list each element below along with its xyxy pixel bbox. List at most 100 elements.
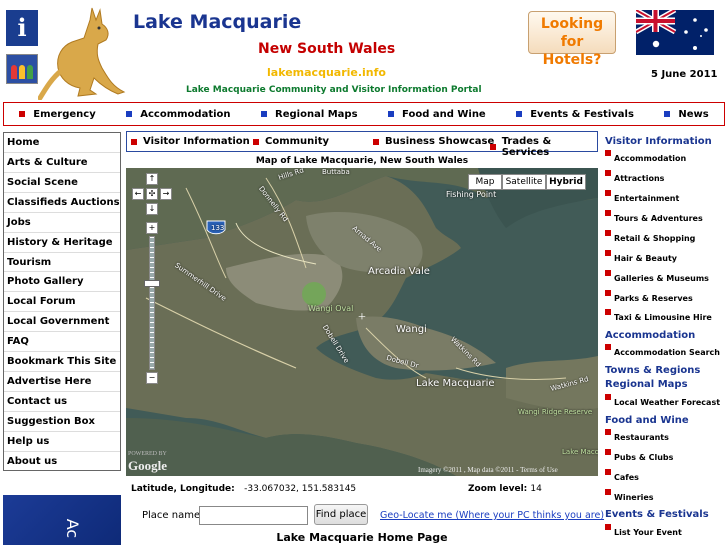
- right-heading-events[interactable]: Events & Festivals: [605, 509, 709, 520]
- left-advert-text: Ac: [63, 518, 83, 539]
- right-heading-accommodation[interactable]: Accommodation: [605, 330, 695, 341]
- top-nav-food-wine[interactable]: Food and Wine: [388, 109, 486, 120]
- pan-up-icon[interactable]: ↑: [146, 173, 158, 185]
- left-nav-help[interactable]: Help us: [4, 432, 120, 452]
- zoom-handle[interactable]: [144, 280, 160, 287]
- left-nav-local-forum[interactable]: Local Forum: [4, 292, 120, 313]
- left-nav-local-government[interactable]: Local Government: [4, 312, 120, 333]
- left-advert[interactable]: Ac: [3, 495, 121, 545]
- sub-nav-business[interactable]: Business Showcase: [373, 136, 494, 147]
- top-nav-news[interactable]: News: [664, 109, 709, 120]
- top-nav-label: Accommodation: [140, 108, 231, 120]
- google-logo[interactable]: Google: [128, 458, 167, 474]
- map-type-hybrid[interactable]: Hybrid: [546, 174, 586, 190]
- zoom-track[interactable]: [149, 236, 155, 370]
- left-nav-advertise[interactable]: Advertise Here: [4, 372, 120, 392]
- map-attribution[interactable]: Imagery ©2011 , Map data ©2011 - Terms o…: [418, 466, 558, 474]
- latlng-label: Latitude, Longitude:: [131, 484, 235, 494]
- right-item-label: Galleries & Museums: [614, 274, 709, 283]
- geo-locate-link[interactable]: Geo-Locate me (Where your PC thinks you …: [380, 510, 604, 521]
- bullet-icon: [373, 138, 379, 145]
- bullet-icon: [605, 150, 611, 156]
- right-heading-food-wine[interactable]: Food and Wine: [605, 415, 689, 426]
- sub-nav-community[interactable]: Community: [253, 136, 329, 147]
- left-nav-photo-gallery[interactable]: Photo Gallery: [4, 272, 120, 293]
- bullet-icon: [605, 309, 611, 315]
- map-view[interactable]: Map Satellite Hybrid ↑ ← ✣ → ↓ + − 133 H…: [126, 168, 598, 476]
- place-wangi: Wangi: [396, 324, 427, 335]
- right-item-label: Attractions: [614, 174, 665, 183]
- powered-by: POWERED BY: [128, 451, 167, 457]
- sub-nav-label: Trades & Services: [501, 136, 552, 158]
- left-nav-contact[interactable]: Contact us: [4, 392, 120, 412]
- domain-text: lakemacquarie.info: [267, 66, 386, 79]
- left-nav-classifieds[interactable]: Classifieds Auctions: [4, 193, 120, 213]
- accreditation-icon[interactable]: [6, 54, 38, 84]
- place-lake-macquarie: Lake Macquarie: [416, 378, 495, 389]
- left-nav-suggestion[interactable]: Suggestion Box: [4, 412, 120, 432]
- zoom-slider[interactable]: + −: [144, 222, 160, 386]
- zoom-label: Zoom level:: [468, 484, 528, 494]
- right-item-label: Hair & Beauty: [614, 254, 677, 263]
- pan-left-icon[interactable]: ←: [132, 188, 144, 200]
- zoom-out-icon[interactable]: −: [146, 372, 158, 384]
- find-place-button[interactable]: Find place: [314, 504, 368, 525]
- left-nav-jobs[interactable]: Jobs: [4, 213, 120, 233]
- site-title[interactable]: Lake Macquarie: [133, 11, 301, 33]
- crosshair-icon: +: [358, 310, 366, 325]
- right-item-label: Local Weather Forecast: [614, 398, 721, 407]
- bullet-icon: [605, 489, 611, 495]
- map-type-satellite[interactable]: Satellite: [502, 174, 546, 190]
- top-nav-regional-maps[interactable]: Regional Maps: [261, 109, 358, 120]
- latlng-value: -33.067032, 151.583145: [244, 484, 357, 494]
- left-nav-bookmark[interactable]: Bookmark This Site: [4, 352, 120, 373]
- hotels-button[interactable]: Looking for Hotels?: [528, 11, 616, 68]
- pan-center-icon[interactable]: ✣: [146, 188, 158, 200]
- pan-right-icon[interactable]: →: [160, 188, 172, 200]
- left-nav: Home Arts & Culture Social Scene Classif…: [3, 132, 121, 471]
- left-nav-tourism[interactable]: Tourism: [4, 253, 120, 273]
- pan-control: ↑ ← ✣ → ↓: [132, 173, 172, 215]
- left-nav-arts-culture[interactable]: Arts & Culture: [4, 153, 120, 173]
- right-heading-regional-maps[interactable]: Regional Maps: [605, 379, 688, 390]
- bullet-icon: [490, 144, 496, 150]
- left-nav-history[interactable]: History & Heritage: [4, 233, 120, 253]
- right-item-label: Retail & Shopping: [614, 234, 696, 243]
- sub-nav-trades[interactable]: Trades & Services: [490, 136, 597, 158]
- left-nav-home[interactable]: Home: [4, 133, 120, 153]
- right-item-label: Restaurants: [614, 433, 669, 442]
- right-item-label: Tours & Adventures: [614, 214, 703, 223]
- right-item-label: Entertainment: [614, 194, 680, 203]
- bullet-icon: [261, 111, 268, 117]
- bullet-icon: [516, 111, 523, 117]
- bullet-icon: [605, 429, 611, 435]
- map-type-control: Map Satellite Hybrid: [468, 174, 586, 190]
- sub-nav-label: Business Showcase: [385, 136, 495, 147]
- map-type-map[interactable]: Map: [468, 174, 502, 190]
- left-nav-about[interactable]: About us: [4, 452, 120, 472]
- bullet-icon: [664, 111, 671, 117]
- right-item-label: Parks & Reserves: [614, 294, 693, 303]
- bullet-icon: [605, 270, 611, 276]
- right-item-label: Taxi & Limousine Hire: [614, 313, 712, 322]
- left-nav-faq[interactable]: FAQ: [4, 332, 120, 353]
- top-nav-accommodation[interactable]: Accommodation: [126, 108, 231, 120]
- right-heading-towns[interactable]: Towns & Regions: [605, 365, 700, 376]
- info-icon[interactable]: i: [6, 10, 38, 46]
- top-nav-emergency[interactable]: Emergency: [19, 109, 96, 120]
- top-nav-events[interactable]: Events & Festivals: [516, 109, 634, 120]
- right-item-label: Pubs & Clubs: [614, 453, 674, 462]
- sub-nav-visitor-info[interactable]: Visitor Information: [131, 136, 250, 147]
- right-heading-visitor-info[interactable]: Visitor Information: [605, 136, 712, 147]
- sub-nav: Visitor Information Community Business S…: [126, 131, 598, 158]
- left-nav-social-scene[interactable]: Social Scene: [4, 173, 120, 193]
- top-nav-label: Regional Maps: [275, 108, 358, 120]
- right-item-label: Accommodation: [614, 154, 687, 163]
- bullet-icon: [605, 469, 611, 475]
- right-item-label: Accommodation Search: [614, 348, 720, 357]
- pan-down-icon[interactable]: ↓: [146, 203, 158, 215]
- place-name-label: Place name:: [142, 510, 204, 521]
- sub-nav-label: Community: [265, 136, 330, 147]
- place-name-input[interactable]: [199, 506, 308, 525]
- zoom-in-icon[interactable]: +: [146, 222, 158, 234]
